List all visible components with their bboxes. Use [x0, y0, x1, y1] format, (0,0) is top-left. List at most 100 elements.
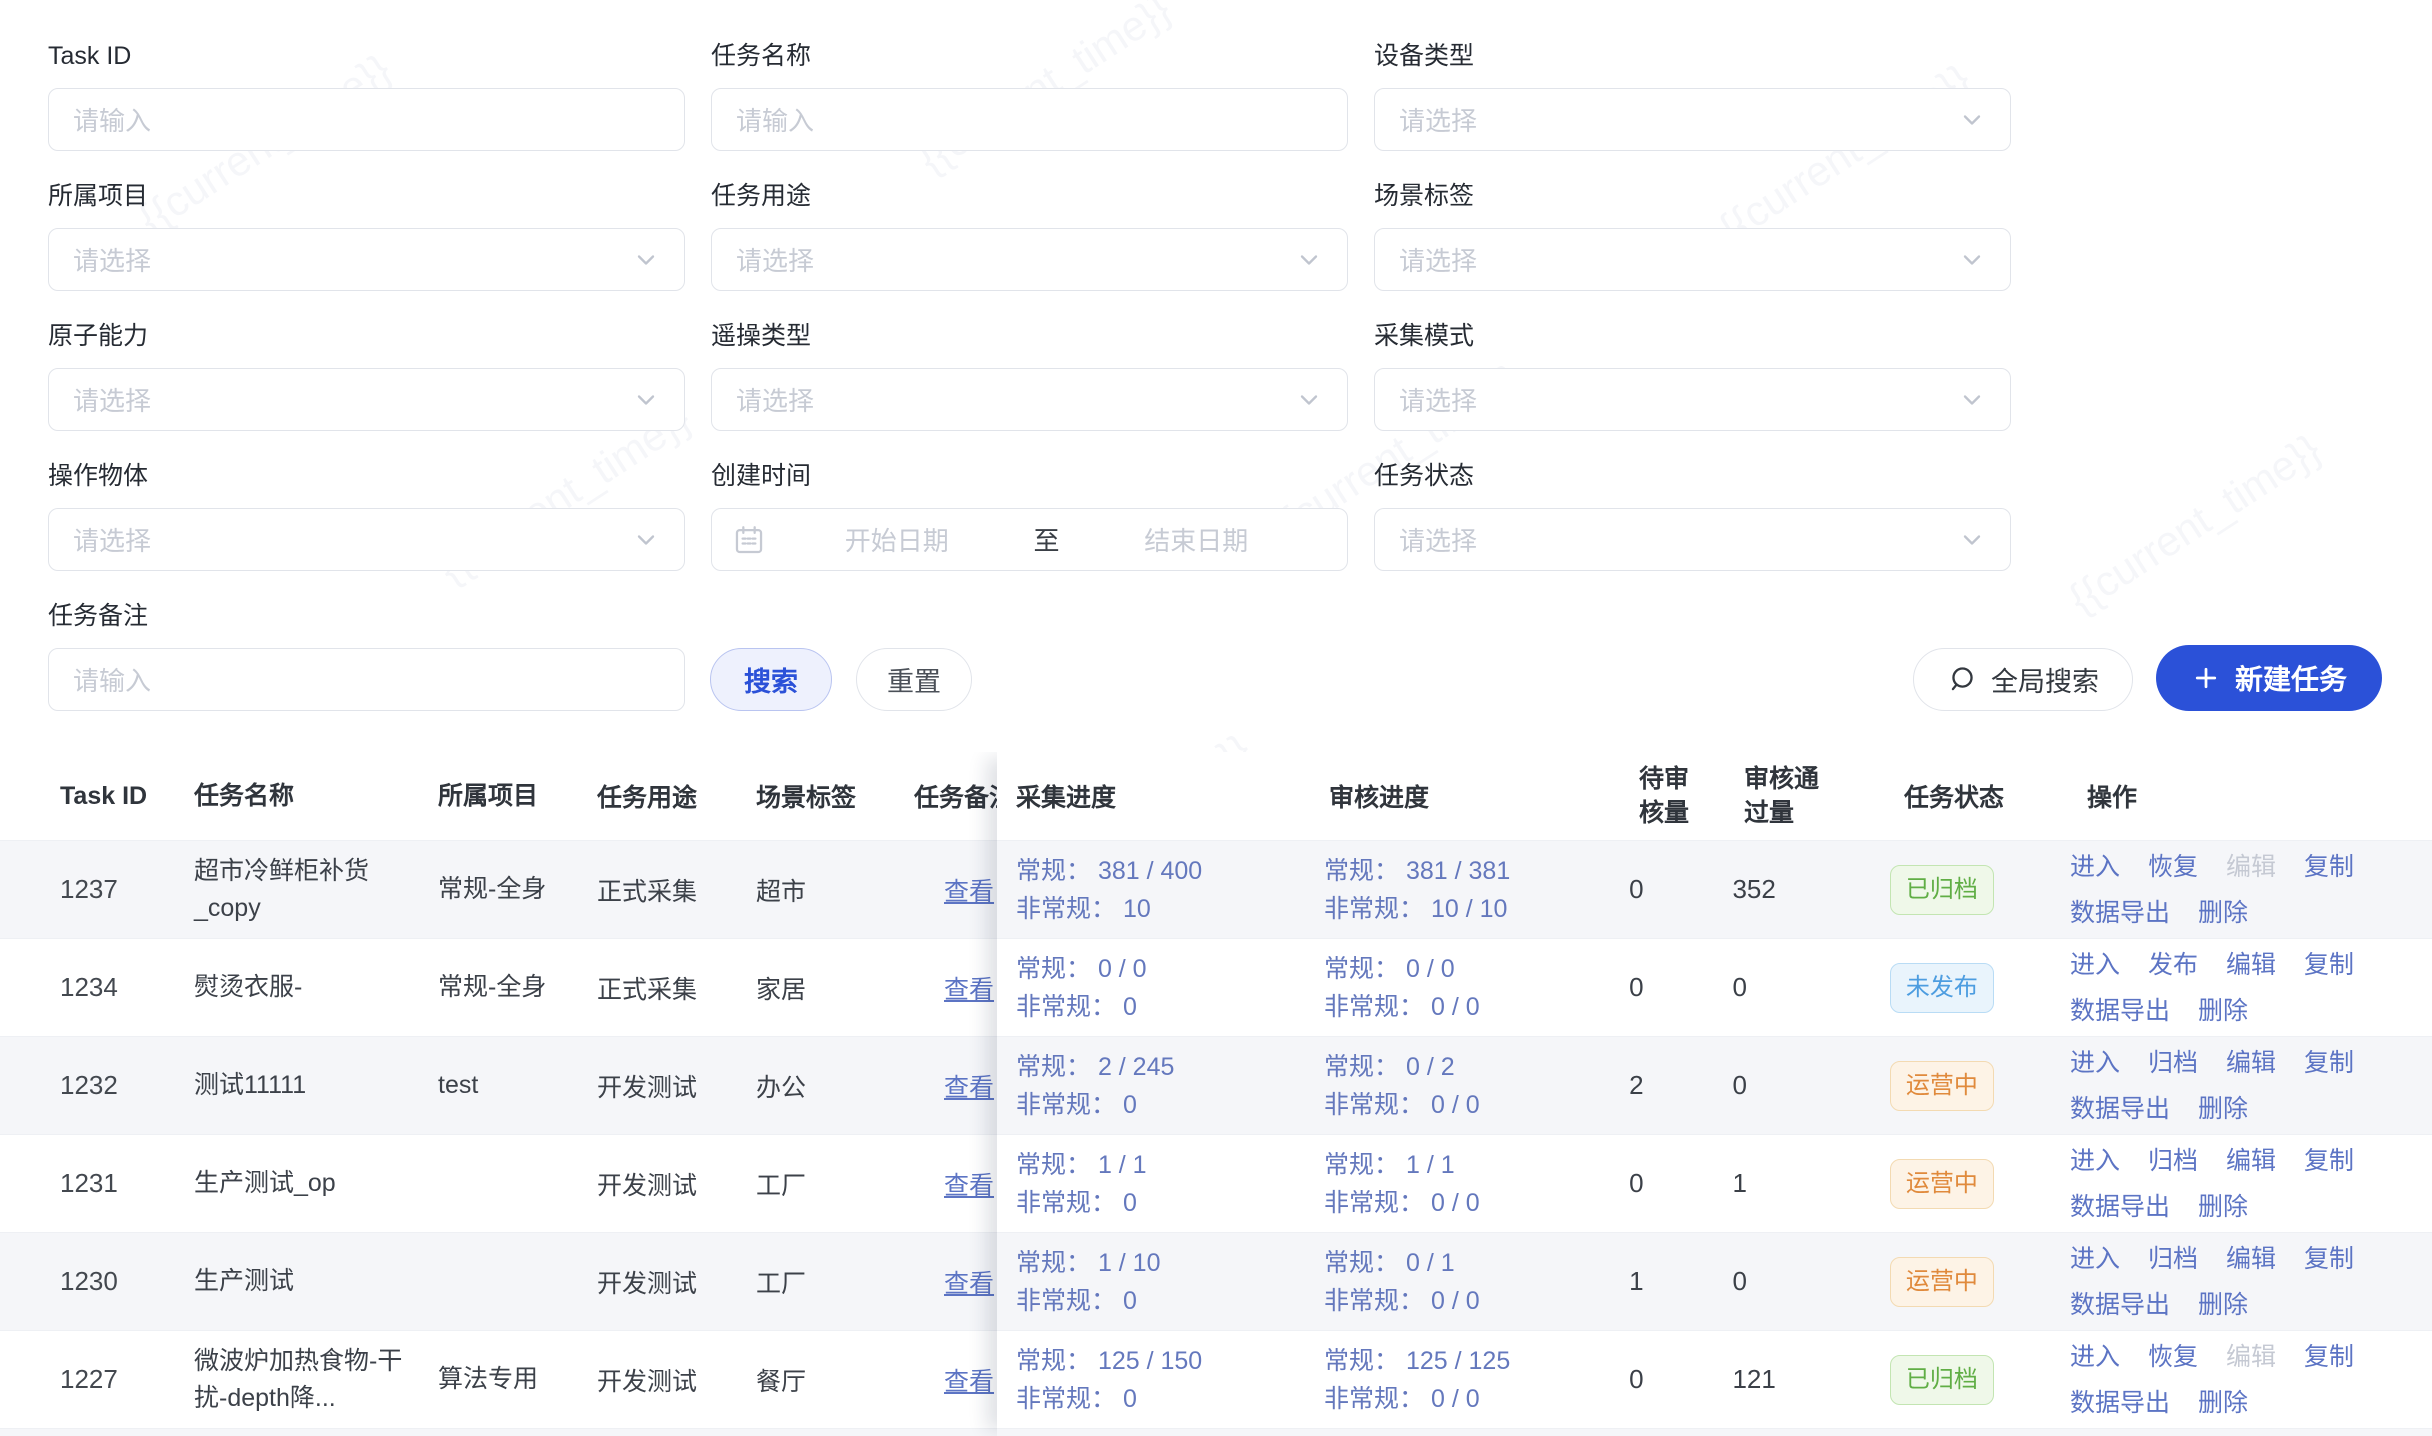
global-search-button[interactable]: 全局搜索: [1913, 648, 2133, 711]
view-remark-link[interactable]: 查看: [944, 1270, 994, 1298]
action-link[interactable]: 编辑: [2226, 1242, 2276, 1276]
field-teleop-type: 遥操类型 请选择: [711, 320, 1348, 431]
cell-scene: 工厂: [756, 1264, 914, 1300]
cell-status: 已归档: [1890, 865, 2070, 915]
end-date-input[interactable]: 结束日期: [1066, 521, 1328, 558]
search-button[interactable]: 搜索: [710, 648, 832, 711]
action-link[interactable]: 发布: [2148, 948, 2198, 982]
collect-mode-select[interactable]: 请选择: [1374, 368, 2011, 431]
action-link[interactable]: 复制: [2304, 1046, 2354, 1080]
action-link[interactable]: 编辑: [2226, 1046, 2276, 1080]
field-operate-object: 操作物体 请选择: [48, 460, 685, 571]
column-header-collect-progress: 采集进度: [1016, 778, 1329, 814]
action-link[interactable]: 复制: [2304, 1340, 2354, 1374]
action-link[interactable]: 删除: [2198, 1092, 2248, 1126]
view-remark-link[interactable]: 查看: [944, 976, 994, 1004]
create-time-range-picker[interactable]: 开始日期 至 结束日期: [711, 508, 1348, 571]
cell-pending-count: 0: [1629, 972, 1732, 1003]
cell-scene: 工厂: [756, 1166, 914, 1202]
column-header-name: 任务名称: [194, 778, 438, 815]
column-header-project: 所属项目: [438, 778, 597, 815]
field-label: 任务备注: [48, 600, 685, 632]
project-select[interactable]: 请选择: [48, 228, 685, 291]
cell-review-progress: 常规： 0 / 2 非常规： 0 / 0: [1324, 1048, 1629, 1124]
action-link[interactable]: 进入: [2070, 948, 2120, 982]
column-header-status: 任务状态: [1904, 778, 2087, 814]
cell-task-id: 1227: [60, 1364, 194, 1395]
atomic-ability-select[interactable]: 请选择: [48, 368, 685, 431]
action-link[interactable]: 进入: [2070, 1242, 2120, 1276]
status-badge: 已归档: [1890, 1355, 1994, 1405]
action-link[interactable]: 进入: [2070, 1340, 2120, 1374]
action-link[interactable]: 恢复: [2148, 1340, 2198, 1374]
cell-collect-progress: 常规： 1 / 1 非常规： 0: [1016, 1146, 1324, 1222]
watermark: {{current_time}}: [2060, 425, 2329, 623]
column-header-review-progress: 审核进度: [1329, 778, 1639, 814]
cell-task-id: 1234: [60, 972, 194, 1003]
task-id-input[interactable]: 请输入: [48, 88, 685, 151]
field-label: 任务用途: [711, 180, 1348, 212]
field-label: 采集模式: [1374, 320, 2011, 352]
action-link[interactable]: 数据导出: [2070, 896, 2170, 930]
action-link[interactable]: 归档: [2148, 1242, 2198, 1276]
cell-purpose: 开发测试: [597, 1362, 756, 1398]
action-link[interactable]: 数据导出: [2070, 1386, 2170, 1420]
action-link[interactable]: 复制: [2304, 1242, 2354, 1276]
cell-review-progress: 常规： 125 / 125 非常规： 0 / 0: [1324, 1342, 1629, 1418]
row-actions: 进入 归档 编辑 复制 数据导出 删除: [2070, 1144, 2402, 1224]
action-link[interactable]: 进入: [2070, 850, 2120, 884]
action-link[interactable]: 数据导出: [2070, 994, 2170, 1028]
start-date-input[interactable]: 开始日期: [766, 521, 1028, 558]
action-link[interactable]: 删除: [2198, 994, 2248, 1028]
action-link[interactable]: 数据导出: [2070, 1288, 2170, 1322]
task-status-select[interactable]: 请选择: [1374, 508, 2011, 571]
action-link[interactable]: 编辑: [2226, 850, 2276, 884]
task-remark-input[interactable]: 请输入: [48, 648, 685, 711]
device-type-select[interactable]: 请选择: [1374, 88, 2011, 151]
view-remark-link[interactable]: 查看: [944, 1074, 994, 1102]
cell-approved-count: 0: [1732, 972, 1889, 1003]
view-remark-link[interactable]: 查看: [944, 1368, 994, 1396]
global-search-label: 全局搜索: [1991, 660, 2099, 699]
status-badge: 运营中: [1890, 1257, 1994, 1307]
calendar-icon: [732, 523, 766, 557]
view-remark-link[interactable]: 查看: [944, 1172, 994, 1200]
placeholder: 请选择: [736, 381, 814, 418]
field-label: 任务状态: [1374, 460, 2011, 492]
action-link[interactable]: 删除: [2198, 1386, 2248, 1420]
action-link[interactable]: 复制: [2304, 1144, 2354, 1178]
row-actions: 进入 恢复 编辑 复制 数据导出 删除: [2070, 1340, 2402, 1420]
cell-status: 未发布: [1890, 963, 2070, 1013]
action-link[interactable]: 删除: [2198, 1190, 2248, 1224]
action-link[interactable]: 恢复: [2148, 850, 2198, 884]
action-link[interactable]: 复制: [2304, 850, 2354, 884]
new-task-button[interactable]: 新建任务: [2156, 645, 2382, 711]
action-link[interactable]: 归档: [2148, 1046, 2198, 1080]
action-link[interactable]: 编辑: [2226, 1144, 2276, 1178]
scene-tag-select[interactable]: 请选择: [1374, 228, 2011, 291]
teleop-type-select[interactable]: 请选择: [711, 368, 1348, 431]
action-link[interactable]: 编辑: [2226, 1340, 2276, 1374]
action-link[interactable]: 归档: [2148, 1144, 2198, 1178]
reset-button[interactable]: 重置: [856, 648, 972, 711]
cell-name: 测试11111: [194, 1067, 438, 1104]
action-link[interactable]: 进入: [2070, 1144, 2120, 1178]
cell-review-progress: 常规： 381 / 381 非常规： 10 / 10: [1324, 852, 1629, 928]
action-link[interactable]: 进入: [2070, 1046, 2120, 1080]
action-link[interactable]: 数据导出: [2070, 1092, 2170, 1126]
table-row-fixed: 常规： 1 / 10 非常规： 0 常规： 0 / 1 非常规： 0 / 0 1…: [997, 1232, 2432, 1330]
action-link[interactable]: 删除: [2198, 896, 2248, 930]
action-link[interactable]: 编辑: [2226, 948, 2276, 982]
view-remark-link[interactable]: 查看: [944, 878, 994, 906]
task-purpose-select[interactable]: 请选择: [711, 228, 1348, 291]
task-name-input[interactable]: 请输入: [711, 88, 1348, 151]
cell-task-id: 1230: [60, 1266, 194, 1297]
cell-approved-count: 352: [1732, 874, 1889, 905]
action-link[interactable]: 数据导出: [2070, 1190, 2170, 1224]
operate-object-select[interactable]: 请选择: [48, 508, 685, 571]
field-create-time: 创建时间 开始日期 至 结束日期: [711, 460, 1348, 571]
action-link[interactable]: 复制: [2304, 948, 2354, 982]
field-atomic-ability: 原子能力 请选择: [48, 320, 685, 431]
action-link[interactable]: 删除: [2198, 1288, 2248, 1322]
cell-pending-count: 0: [1629, 1364, 1732, 1395]
